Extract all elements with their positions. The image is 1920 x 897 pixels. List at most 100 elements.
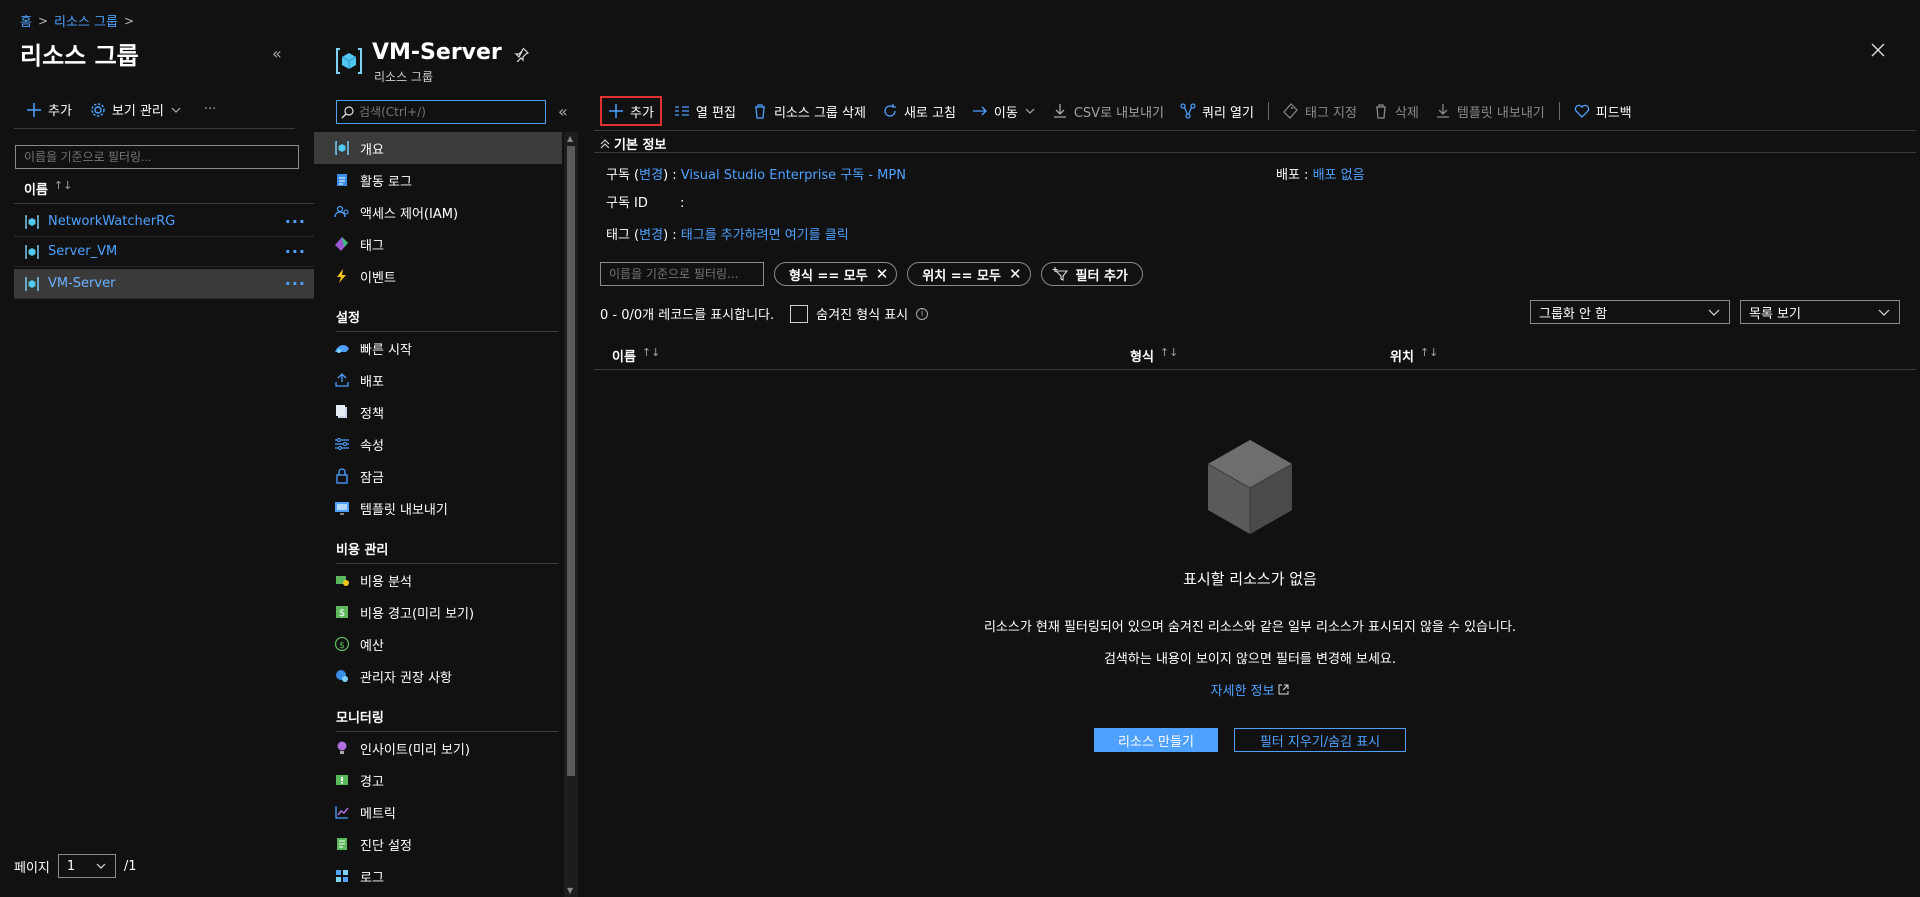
menu-item-locks[interactable]: 잠금 [314, 460, 562, 492]
change-tags-link[interactable]: 변경 [639, 228, 663, 243]
delete-button[interactable]: 삭제 [1365, 96, 1427, 126]
move-button[interactable]: 이동 [964, 96, 1044, 126]
add-resource-group-button[interactable]: 추가 [26, 100, 72, 119]
export-template-icon [334, 500, 350, 516]
menu-item-label: 개요 [360, 142, 384, 158]
view-manage-button[interactable]: 보기 관리 [90, 100, 182, 119]
menu-item-quickstart[interactable]: 빠른 시작 [314, 332, 562, 364]
clear-filters-button[interactable]: 필터 지우기/숨김 표시 [1234, 728, 1406, 752]
show-hidden-types-checkbox[interactable]: 숨겨진 형식 표시 i [790, 304, 929, 323]
change-subscription-link[interactable]: 변경 [639, 168, 663, 183]
type-filter-pill[interactable]: 형식 == 모두 ✕ [774, 262, 898, 286]
page-total: /1 [123, 858, 137, 874]
breadcrumb-resource-groups[interactable]: 리소스 그룹 [54, 11, 118, 30]
subscription-value[interactable]: Visual Studio Enterprise 구독 - MPN [681, 168, 906, 183]
delete-resource-group-button[interactable]: 리소스 그룹 삭제 [744, 96, 874, 126]
menu-search-input[interactable] [359, 105, 539, 119]
deployments-icon [334, 372, 350, 388]
learn-more-link[interactable]: 자세한 정보 [580, 680, 1920, 699]
resource-filter-input[interactable] [600, 262, 764, 286]
location-filter-pill[interactable]: 위치 == 모두 ✕ [907, 262, 1031, 286]
scroll-up-icon[interactable]: ▲ [567, 134, 573, 143]
menu-item-alerts[interactable]: 경고 [314, 764, 562, 796]
menu-item-advisor[interactable]: 관리자 권장 사항 [314, 660, 562, 692]
resource-group-name[interactable]: Server_VM [48, 244, 285, 259]
chevron-down-icon [1707, 305, 1721, 319]
grouping-dropdown[interactable]: 그룹화 안 함 [1530, 300, 1730, 324]
close-icon[interactable] [1870, 42, 1886, 58]
menu-item-cost-analysis[interactable]: 비용 분석 [314, 564, 562, 596]
menu-item-policies[interactable]: 정책 [314, 396, 562, 428]
resource-group-name[interactable]: VM-Server [48, 276, 285, 291]
menu-item-overview[interactable]: 개요 [314, 132, 562, 164]
more-options-button[interactable]: ··· [204, 102, 216, 117]
resource-group-row-selected[interactable]: VM-Server ··· [14, 269, 314, 299]
page-select[interactable]: 1 [57, 854, 116, 878]
column-header-type[interactable]: 형식 ↑↓ [1130, 346, 1178, 365]
menu-item-metrics[interactable]: 메트릭 [314, 796, 562, 828]
column-header-location[interactable]: 위치 ↑↓ [1390, 346, 1438, 365]
menu-item-label: 액세스 제어(IAM) [360, 206, 459, 222]
add-filter-button[interactable]: 필터 추가 [1040, 262, 1143, 286]
checkbox-box[interactable] [790, 304, 809, 323]
add-button[interactable]: 추가 [600, 96, 662, 126]
divider [594, 152, 1916, 153]
row-more-button[interactable]: ··· [285, 274, 306, 293]
open-query-button[interactable]: 쿼리 열기 [1172, 96, 1262, 126]
row-more-button[interactable]: ··· [285, 212, 306, 231]
close-icon[interactable]: ✕ [1009, 265, 1022, 283]
pin-icon[interactable] [514, 46, 530, 62]
add-tags-link[interactable]: 태그를 추가하려면 여기를 클릭 [681, 228, 849, 243]
assign-tags-button[interactable]: 태그 지정 [1275, 96, 1365, 126]
menu-item-logs[interactable]: 로그 [314, 860, 562, 892]
menu-item-events[interactable]: 이벤트 [314, 260, 562, 292]
quickstart-icon [334, 340, 350, 356]
menu-scrollbar[interactable]: ▲ ▼ [564, 132, 578, 897]
refresh-button[interactable]: 새로 고침 [874, 96, 964, 126]
toolbar-separator [1558, 102, 1560, 120]
resource-group-name[interactable]: NetworkWatcherRG [48, 214, 285, 229]
menu-search-box[interactable] [336, 100, 546, 124]
close-icon[interactable]: ✕ [876, 265, 889, 283]
column-header-name[interactable]: 이름 ↑↓ [612, 346, 660, 365]
export-csv-button[interactable]: CSV로 내보내기 [1044, 96, 1172, 126]
resource-groups-blade: 홈 > 리소스 그룹 > 리소스 그룹 « 추가 보기 관리 ··· 이름 ↑↓ [0, 0, 314, 897]
breadcrumb-home[interactable]: 홈 [20, 11, 32, 30]
view-dropdown[interactable]: 목록 보기 [1740, 300, 1900, 324]
menu-item-export-template[interactable]: 템플릿 내보내기 [314, 492, 562, 524]
scroll-down-icon[interactable]: ▼ [567, 886, 573, 895]
deployments-value[interactable]: 배포 없음 [1313, 168, 1365, 183]
add-label: 추가 [48, 104, 72, 119]
collapse-menu-button[interactable]: « [558, 102, 568, 121]
resource-group-row[interactable]: NetworkWatcherRG ··· [14, 207, 314, 237]
filter-row: 형식 == 모두 ✕ 위치 == 모두 ✕ 필터 추가 [600, 262, 1143, 286]
chevron-up-icon [600, 138, 610, 149]
info-icon[interactable]: i [916, 307, 929, 320]
menu-item-diagnostic-settings[interactable]: 진단 설정 [314, 828, 562, 860]
add-label: 추가 [630, 105, 654, 121]
row-more-button[interactable]: ··· [285, 242, 306, 261]
create-resources-button[interactable]: 리소스 만들기 [1094, 728, 1218, 752]
filter-by-name-input[interactable] [15, 145, 299, 169]
menu-item-budgets[interactable]: $ 예산 [314, 628, 562, 660]
download-icon [1052, 103, 1068, 119]
breadcrumb-separator: > [37, 13, 49, 28]
menu-item-cost-alerts[interactable]: $ 비용 경고(미리 보기) [314, 596, 562, 628]
menu-item-properties[interactable]: 속성 [314, 428, 562, 460]
feedback-button[interactable]: 피드백 [1566, 96, 1640, 126]
scrollbar-thumb[interactable] [567, 146, 575, 776]
menu-item-insights[interactable]: 인사이트(미리 보기) [314, 732, 562, 764]
policies-icon [334, 404, 350, 420]
essentials-toggle[interactable]: 기본 정보 [600, 134, 666, 153]
resource-group-row[interactable]: Server_VM ··· [14, 237, 314, 267]
menu-item-tags[interactable]: 태그 [314, 228, 562, 260]
export-template-button[interactable]: 템플릿 내보내기 [1427, 96, 1553, 126]
menu-item-label: 진단 설정 [360, 838, 412, 854]
menu-item-activity-log[interactable]: 활동 로그 [314, 164, 562, 196]
menu-item-iam[interactable]: 액세스 제어(IAM) [314, 196, 562, 228]
edit-columns-button[interactable]: 열 편집 [666, 96, 744, 126]
column-header-name[interactable]: 이름 ↑↓ [24, 179, 72, 198]
record-count: 0 - 0/0개 레코드를 표시합니다. [600, 308, 775, 323]
menu-item-deployments[interactable]: 배포 [314, 364, 562, 396]
collapse-blade-button[interactable]: « [272, 44, 282, 63]
